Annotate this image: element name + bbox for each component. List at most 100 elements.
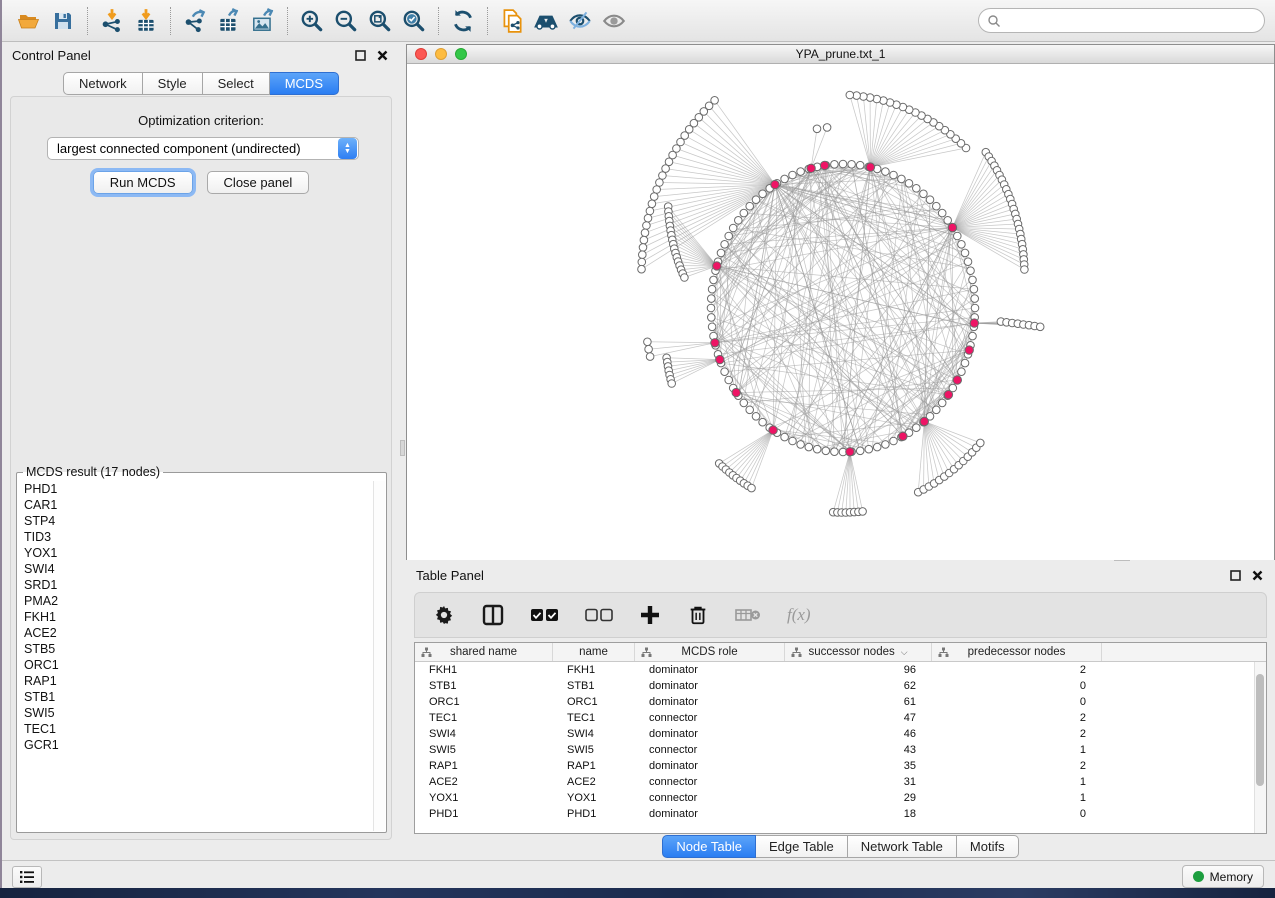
mcds-node[interactable] xyxy=(953,376,961,384)
network-node[interactable] xyxy=(638,258,646,266)
criterion-dropdown[interactable]: largest connected component (undirected)… xyxy=(47,137,359,160)
network-node[interactable] xyxy=(717,249,725,257)
network-node[interactable] xyxy=(961,359,969,367)
network-node[interactable] xyxy=(961,249,969,257)
network-node[interactable] xyxy=(735,217,743,225)
settings-icon[interactable] xyxy=(433,600,455,630)
mcds-node[interactable] xyxy=(713,262,721,270)
mcds-result-item[interactable]: ORC1 xyxy=(18,657,373,673)
mcds-result-item[interactable]: SRD1 xyxy=(18,577,373,593)
mcds-result-item[interactable]: SWI4 xyxy=(18,561,373,577)
network-node[interactable] xyxy=(944,217,952,225)
network-node[interactable] xyxy=(708,323,716,331)
tab-motifs[interactable]: Motifs xyxy=(957,835,1019,858)
network-node[interactable] xyxy=(913,185,921,193)
network-node[interactable] xyxy=(650,193,658,201)
network-node[interactable] xyxy=(710,276,718,284)
network-node[interactable] xyxy=(805,443,813,451)
export-table-icon[interactable] xyxy=(212,4,246,38)
table-row[interactable]: ACE2ACE2connector311 xyxy=(415,774,1266,790)
network-node[interactable] xyxy=(831,161,839,169)
table-row[interactable]: TEC1TEC1connector472 xyxy=(415,710,1266,726)
network-node[interactable] xyxy=(759,190,767,198)
network-node[interactable] xyxy=(740,209,748,217)
network-node[interactable] xyxy=(920,190,928,198)
tab-select[interactable]: Select xyxy=(203,72,270,95)
network-node[interactable] xyxy=(789,171,797,179)
network-node[interactable] xyxy=(752,413,760,421)
network-node[interactable] xyxy=(797,441,805,449)
network-node[interactable] xyxy=(933,202,941,210)
table-row[interactable]: ORC1ORC1dominator610 xyxy=(415,694,1266,710)
table-scrollbar-thumb[interactable] xyxy=(1256,674,1264,786)
column-header-shared-name[interactable]: shared name xyxy=(415,643,553,661)
network-node[interactable] xyxy=(856,447,864,455)
mcds-node[interactable] xyxy=(732,388,740,396)
table-row[interactable]: PHD1PHD1dominator180 xyxy=(415,806,1266,822)
network-node[interactable] xyxy=(865,445,873,453)
mcds-node[interactable] xyxy=(970,319,978,327)
mcds-node[interactable] xyxy=(866,163,874,171)
network-node[interactable] xyxy=(643,222,651,230)
mcds-node[interactable] xyxy=(965,346,973,354)
network-node[interactable] xyxy=(848,161,856,169)
network-node[interactable] xyxy=(969,276,977,284)
network-node[interactable] xyxy=(970,285,978,293)
float-panel-icon[interactable] xyxy=(352,47,368,63)
network-node[interactable] xyxy=(646,353,654,361)
table-row[interactable]: FKH1FKH1dominator962 xyxy=(415,662,1266,678)
show-graphics-details-icon[interactable] xyxy=(597,4,631,38)
network-node[interactable] xyxy=(640,236,648,244)
tab-network[interactable]: Network xyxy=(63,72,143,95)
network-node[interactable] xyxy=(639,251,647,259)
network-node[interactable] xyxy=(813,445,821,453)
column-header-name[interactable]: name xyxy=(553,643,635,661)
network-node[interactable] xyxy=(822,447,830,455)
select-all-icon[interactable] xyxy=(531,600,559,630)
mcds-result-item[interactable]: STP4 xyxy=(18,513,373,529)
network-node[interactable] xyxy=(1021,266,1029,274)
network-node[interactable] xyxy=(748,484,756,492)
network-node[interactable] xyxy=(882,168,890,176)
column-header-predecessor-nodes[interactable]: predecessor nodes xyxy=(932,643,1102,661)
network-node[interactable] xyxy=(813,125,821,133)
network-node[interactable] xyxy=(1036,323,1044,331)
network-node[interactable] xyxy=(781,433,789,441)
network-node[interactable] xyxy=(969,332,977,340)
export-network-icon[interactable] xyxy=(178,4,212,38)
network-node[interactable] xyxy=(708,285,716,293)
add-column-icon[interactable] xyxy=(639,600,661,630)
task-history-button[interactable] xyxy=(12,866,42,888)
network-node[interactable] xyxy=(644,338,652,346)
tab-node-table[interactable]: Node Table xyxy=(662,835,756,858)
network-node[interactable] xyxy=(882,441,890,449)
table-row[interactable]: YOX1YOX1connector291 xyxy=(415,790,1266,806)
hide-graphics-details-icon[interactable] xyxy=(563,4,597,38)
mcds-node[interactable] xyxy=(769,426,777,434)
import-table-icon[interactable] xyxy=(129,4,163,38)
network-node[interactable] xyxy=(971,295,979,303)
refresh-layout-icon[interactable] xyxy=(446,4,480,38)
network-node[interactable] xyxy=(653,186,661,194)
zoom-in-icon[interactable] xyxy=(295,4,329,38)
network-search-icon[interactable] xyxy=(529,4,563,38)
network-node[interactable] xyxy=(938,209,946,217)
network-node[interactable] xyxy=(823,124,831,132)
network-node[interactable] xyxy=(641,229,649,237)
network-node[interactable] xyxy=(656,179,664,187)
deselect-all-icon[interactable] xyxy=(585,600,613,630)
network-node[interactable] xyxy=(938,399,946,407)
columns-icon[interactable] xyxy=(481,600,505,630)
mcds-result-item[interactable]: YOX1 xyxy=(18,545,373,561)
network-node[interactable] xyxy=(740,399,748,407)
network-node[interactable] xyxy=(746,406,754,414)
network-node[interactable] xyxy=(752,196,760,204)
network-node[interactable] xyxy=(890,171,898,179)
delete-table-icon[interactable] xyxy=(735,600,761,630)
table-row[interactable]: RAP1RAP1dominator352 xyxy=(415,758,1266,774)
save-session-icon[interactable] xyxy=(46,4,80,38)
delete-columns-icon[interactable] xyxy=(687,600,709,630)
float-table-panel-icon[interactable] xyxy=(1227,567,1243,583)
network-node[interactable] xyxy=(668,380,676,388)
network-node[interactable] xyxy=(958,241,966,249)
